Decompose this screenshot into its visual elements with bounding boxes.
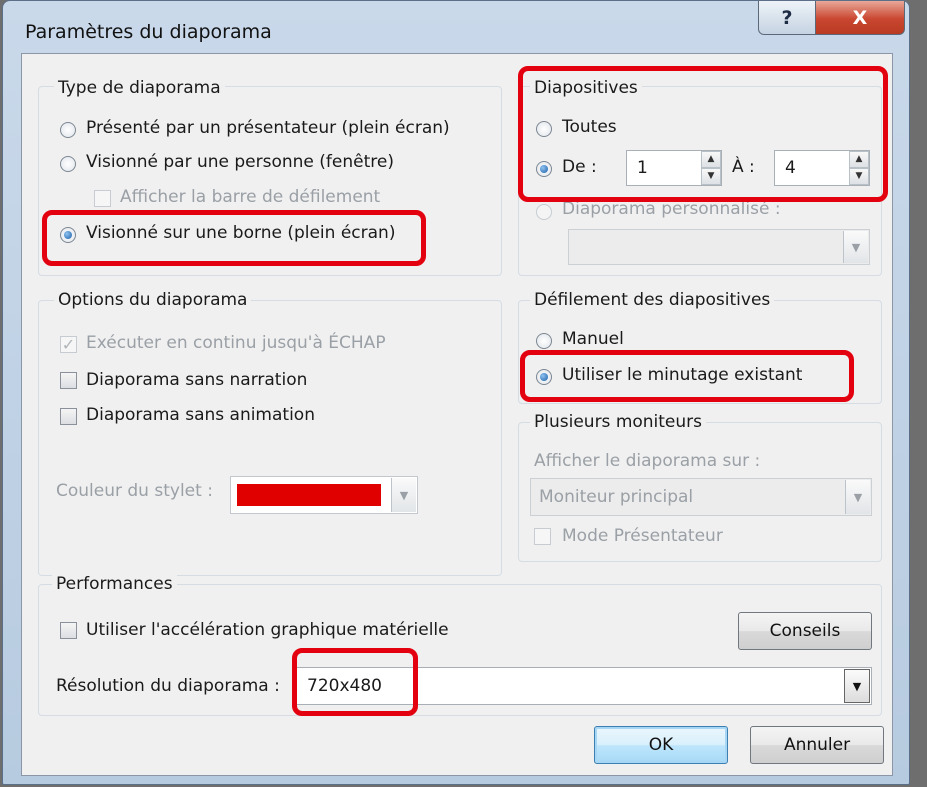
advance-slides-group bbox=[518, 300, 882, 404]
show-scrollbar-checkbox[interactable] bbox=[94, 190, 111, 207]
slideshow-type-group bbox=[38, 86, 502, 276]
kiosk-radio[interactable] bbox=[60, 227, 76, 243]
chevron-down-icon[interactable]: ▼ bbox=[845, 480, 870, 514]
spin-up-icon[interactable]: ▲ bbox=[701, 151, 721, 168]
browsed-window-label: Visionné par une personne (fenêtre) bbox=[86, 152, 394, 172]
spin-up-icon[interactable]: ▲ bbox=[849, 151, 869, 168]
multiple-monitors-title: Plusieurs moniteurs bbox=[530, 412, 707, 432]
resolution-dropdown[interactable]: 720x480 ▼ bbox=[294, 667, 872, 705]
spin-down-icon[interactable]: ▼ bbox=[701, 168, 721, 185]
custom-show-dropdown[interactable]: ▼ bbox=[568, 229, 870, 265]
from-slides-radio[interactable] bbox=[536, 161, 552, 177]
monitor-dropdown[interactable]: Moniteur principal ▼ bbox=[530, 478, 872, 516]
all-slides-radio[interactable] bbox=[536, 121, 552, 137]
chevron-down-icon[interactable]: ▼ bbox=[843, 231, 868, 263]
dialog-client-area: Type de diaporama Présenté par un présen… bbox=[21, 53, 893, 776]
hardware-acceleration-label: Utiliser l'accélération graphique matéri… bbox=[86, 620, 449, 640]
use-timings-label: Utiliser le minutage existant bbox=[562, 365, 803, 385]
loop-checkbox[interactable]: ✓ bbox=[60, 336, 77, 353]
from-slide-input[interactable]: 1 ▲ ▼ bbox=[626, 150, 722, 186]
all-slides-label: Toutes bbox=[562, 117, 617, 137]
manual-label: Manuel bbox=[562, 329, 624, 349]
performance-title: Performances bbox=[52, 574, 177, 594]
pen-color-label: Couleur du stylet : bbox=[56, 481, 213, 501]
ok-button[interactable]: OK bbox=[594, 726, 728, 764]
manual-radio[interactable] bbox=[536, 333, 552, 349]
pen-color-swatch bbox=[237, 484, 381, 506]
no-animation-checkbox[interactable] bbox=[60, 408, 77, 425]
advance-slides-title: Défilement des diapositives bbox=[530, 290, 775, 310]
browsed-window-radio[interactable] bbox=[60, 156, 76, 172]
presented-label: Présenté par un présentateur (plein écra… bbox=[86, 118, 450, 138]
dialog-title: Paramètres du diaporama bbox=[25, 21, 272, 43]
use-timings-radio[interactable] bbox=[536, 369, 552, 385]
to-slide-input[interactable]: 4 ▲ ▼ bbox=[774, 150, 870, 186]
dialog-window: Paramètres du diaporama ? X Type de diap… bbox=[2, 0, 910, 785]
chevron-down-icon[interactable]: ▼ bbox=[844, 669, 870, 703]
show-on-label: Afficher le diaporama sur : bbox=[534, 451, 761, 471]
help-button[interactable]: ? bbox=[758, 1, 816, 35]
presenter-view-label: Mode Présentateur bbox=[562, 526, 723, 546]
close-button[interactable]: X bbox=[815, 1, 905, 35]
to-label: À : bbox=[732, 157, 755, 177]
no-animation-label: Diaporama sans animation bbox=[86, 405, 315, 425]
from-label: De : bbox=[562, 157, 597, 177]
slides-title: Diapositives bbox=[530, 78, 642, 98]
hardware-acceleration-checkbox[interactable] bbox=[60, 622, 77, 639]
no-narration-label: Diaporama sans narration bbox=[86, 370, 308, 390]
tips-button[interactable]: Conseils bbox=[738, 612, 872, 650]
loop-label: Exécuter en continu jusqu'à ÉCHAP bbox=[86, 333, 386, 353]
resolution-label: Résolution du diaporama : bbox=[56, 676, 280, 696]
cancel-button[interactable]: Annuler bbox=[750, 726, 884, 764]
chevron-down-icon[interactable]: ▼ bbox=[391, 478, 416, 512]
slideshow-type-title: Type de diaporama bbox=[54, 78, 225, 98]
to-slide-spinner[interactable]: ▲ ▼ bbox=[849, 151, 869, 185]
spin-down-icon[interactable]: ▼ bbox=[849, 168, 869, 185]
show-scrollbar-label: Afficher la barre de défilement bbox=[120, 187, 381, 207]
resolution-value: 720x480 bbox=[307, 676, 382, 696]
monitor-value: Moniteur principal bbox=[539, 487, 694, 507]
custom-show-radio[interactable] bbox=[536, 204, 552, 220]
pen-color-picker[interactable]: ▼ bbox=[230, 476, 418, 514]
slideshow-options-title: Options du diaporama bbox=[54, 290, 252, 310]
presenter-view-checkbox[interactable] bbox=[534, 528, 551, 545]
no-narration-checkbox[interactable] bbox=[60, 372, 77, 389]
presented-radio[interactable] bbox=[60, 122, 76, 138]
to-slide-value: 4 bbox=[785, 158, 796, 178]
from-slide-spinner[interactable]: ▲ ▼ bbox=[701, 151, 721, 185]
custom-show-label: Diaporama personnalisé : bbox=[562, 199, 781, 219]
kiosk-label: Visionné sur une borne (plein écran) bbox=[86, 223, 396, 243]
from-slide-value: 1 bbox=[637, 158, 648, 178]
